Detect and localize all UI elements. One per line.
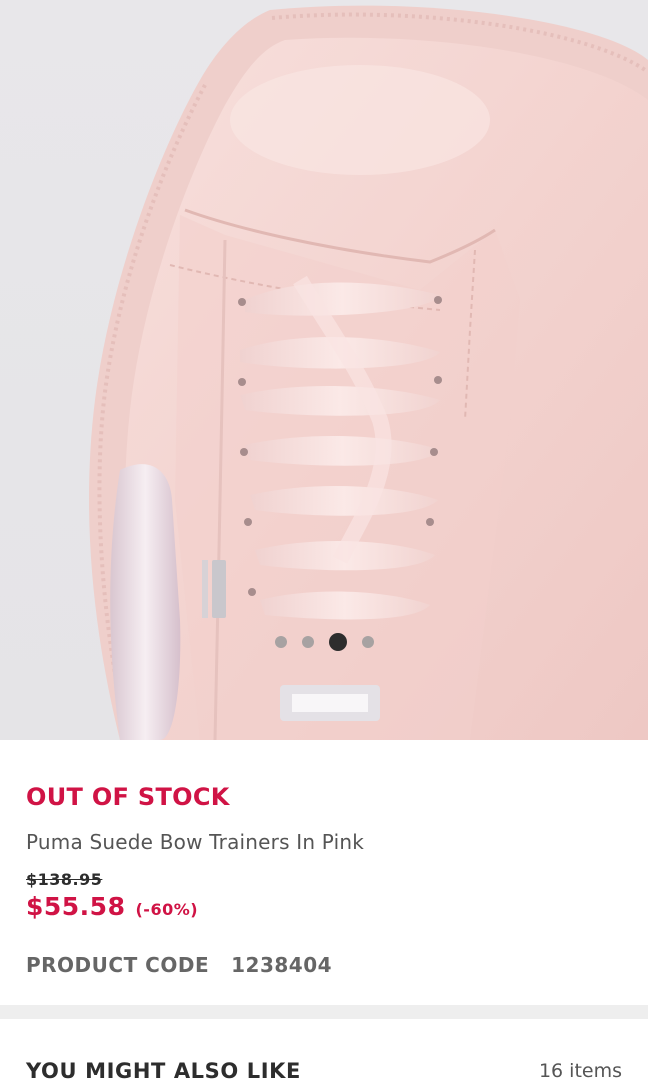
pink-sneaker-photo: [89, 5, 648, 740]
recommendations-header[interactable]: YOU MIGHT ALSO LIKE 16 items: [0, 1019, 648, 1083]
carousel-dot-3-active[interactable]: [328, 633, 347, 651]
sale-price-row: $55.58 (-60%): [26, 892, 198, 921]
recommendations-count: 16 items: [538, 1060, 622, 1082]
product-details: OUT OF STOCK Puma Suede Bow Trainers In …: [0, 740, 648, 1005]
carousel-dot-4[interactable]: [361, 636, 374, 648]
product-image-carousel[interactable]: [0, 0, 648, 740]
product-code-label: PRODUCT CODE: [26, 953, 210, 977]
stock-status: OUT OF STOCK: [26, 783, 230, 811]
carousel-dot-1[interactable]: [274, 636, 287, 648]
product-name: Puma Suede Bow Trainers In Pink: [26, 830, 365, 854]
discount-badge: (-60%): [135, 900, 199, 919]
sale-price: $55.58: [26, 892, 126, 921]
recommendations-title: YOU MIGHT ALSO LIKE: [26, 1059, 301, 1083]
carousel-indicator: [0, 632, 648, 652]
original-price: $138.95: [26, 870, 103, 889]
section-divider: [0, 1005, 648, 1019]
carousel-dot-2[interactable]: [301, 636, 314, 648]
product-code-value: 1238404: [231, 953, 333, 977]
product-code-row: PRODUCT CODE 1238404: [26, 953, 332, 977]
